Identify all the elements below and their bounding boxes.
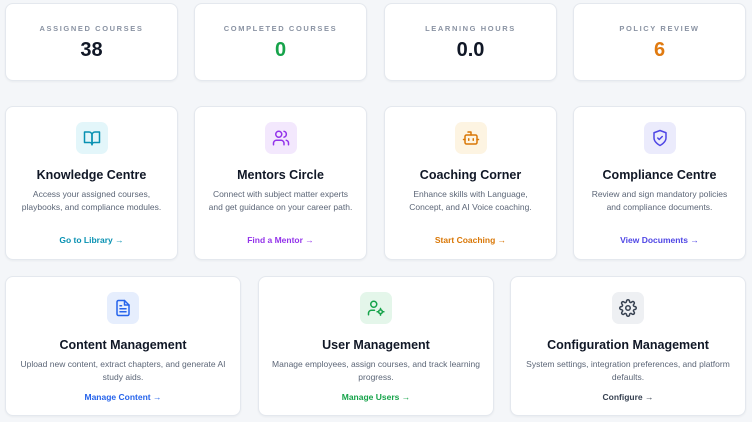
module-card-mentors-circle[interactable]: Mentors Circle Connect with subject matt… [194,106,367,260]
module-card-coaching-corner[interactable]: Coaching Corner Enhance skills with Lang… [384,106,557,260]
module-card-configuration-management[interactable]: Configuration Management System settings… [510,276,746,416]
gear-icon [612,292,644,324]
module-title: User Management [322,338,430,352]
book-open-icon [75,122,108,154]
view-documents-link[interactable]: View Documents → [574,235,745,245]
module-description: Connect with subject matter experts and … [208,189,353,212]
manage-content-link[interactable]: Manage Content → [6,392,240,402]
file-text-icon [107,292,139,324]
stat-value: 0.0 [456,39,485,61]
configure-link[interactable]: Configure → [511,392,745,402]
module-title: Coaching Corner [419,168,522,182]
stat-value: 6 [653,39,666,61]
stat-label: POLICY REVIEW [619,24,700,33]
module-title: Content Management [59,338,187,352]
module-description: Review and sign mandatory policies and c… [591,189,728,212]
stat-label: ASSIGNED COURSES [39,24,144,33]
module-description: Access your assigned courses, playbooks,… [21,189,162,212]
module-card-user-management[interactable]: User Management Manage employees, assign… [258,276,494,416]
user-cog-icon [360,292,392,324]
stat-value: 0 [274,39,287,61]
stat-card-policy-review: POLICY REVIEW 6 [573,3,746,81]
go-to-library-link[interactable]: Go to Library → [6,235,177,245]
start-coaching-link[interactable]: Start Coaching → [385,235,556,245]
stat-card-assigned-courses: ASSIGNED COURSES 38 [5,3,178,81]
find-a-mentor-link[interactable]: Find a Mentor → [195,235,366,245]
module-card-compliance-centre[interactable]: Compliance Centre Review and sign mandat… [573,106,746,260]
stat-label: COMPLETED COURSES [223,24,338,33]
manage-users-link[interactable]: Manage Users → [259,392,493,402]
module-title: Configuration Management [547,338,709,352]
stat-card-completed-courses: COMPLETED COURSES 0 [194,3,367,81]
stat-card-learning-hours: LEARNING HOURS 0.0 [384,3,557,81]
module-title: Compliance Centre [602,168,717,182]
module-description: Upload new content, extract chapters, an… [20,359,226,382]
stat-label: LEARNING HOURS [425,24,516,33]
users-icon [264,122,297,154]
module-description: Manage employees, assign courses, and tr… [272,359,480,382]
shield-check-icon [643,122,676,154]
module-description: Enhance skills with Language, Concept, a… [409,189,532,212]
stat-value: 38 [80,39,103,61]
module-card-content-management[interactable]: Content Management Upload new content, e… [5,276,241,416]
module-description: System settings, integration preferences… [526,359,730,382]
module-title: Knowledge Centre [36,168,147,182]
module-card-knowledge-centre[interactable]: Knowledge Centre Access your assigned co… [5,106,178,260]
module-title: Mentors Circle [237,168,324,182]
bot-icon [454,122,487,154]
